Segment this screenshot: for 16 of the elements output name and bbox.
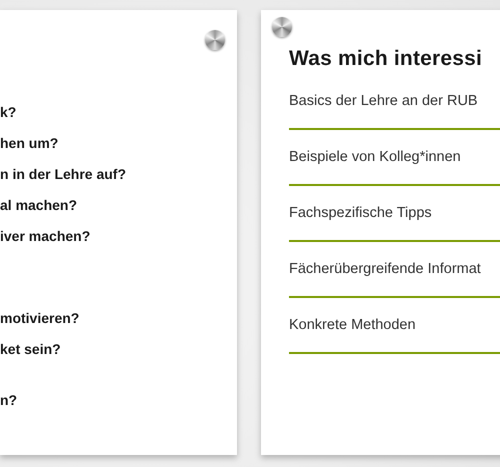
question-link[interactable]: n? <box>0 390 237 410</box>
question-link[interactable]: al machen? <box>0 195 237 215</box>
question-link[interactable]: k? <box>0 102 237 122</box>
card-title: Was mich interessi <box>289 47 484 71</box>
topic-link[interactable]: Beispiele von Kolleg*innen <box>289 148 500 186</box>
question-link[interactable]: ket sein? <box>0 339 237 359</box>
topic-link[interactable]: Konkrete Methoden <box>289 316 500 354</box>
topic-link[interactable]: Fächerübergreifende Informat <box>289 260 500 298</box>
topic-link[interactable]: Basics der Lehre an der RUB <box>289 92 500 130</box>
question-link[interactable]: n in der Lehre auf? <box>0 164 237 184</box>
question-link[interactable]: hen um? <box>0 133 237 153</box>
question-link[interactable]: motivieren? <box>0 308 237 328</box>
pin-icon <box>205 30 225 50</box>
question-link[interactable]: iver machen? <box>0 226 237 246</box>
pin-icon <box>272 17 292 37</box>
topic-link[interactable]: Fachspezifische Tipps <box>289 204 500 242</box>
